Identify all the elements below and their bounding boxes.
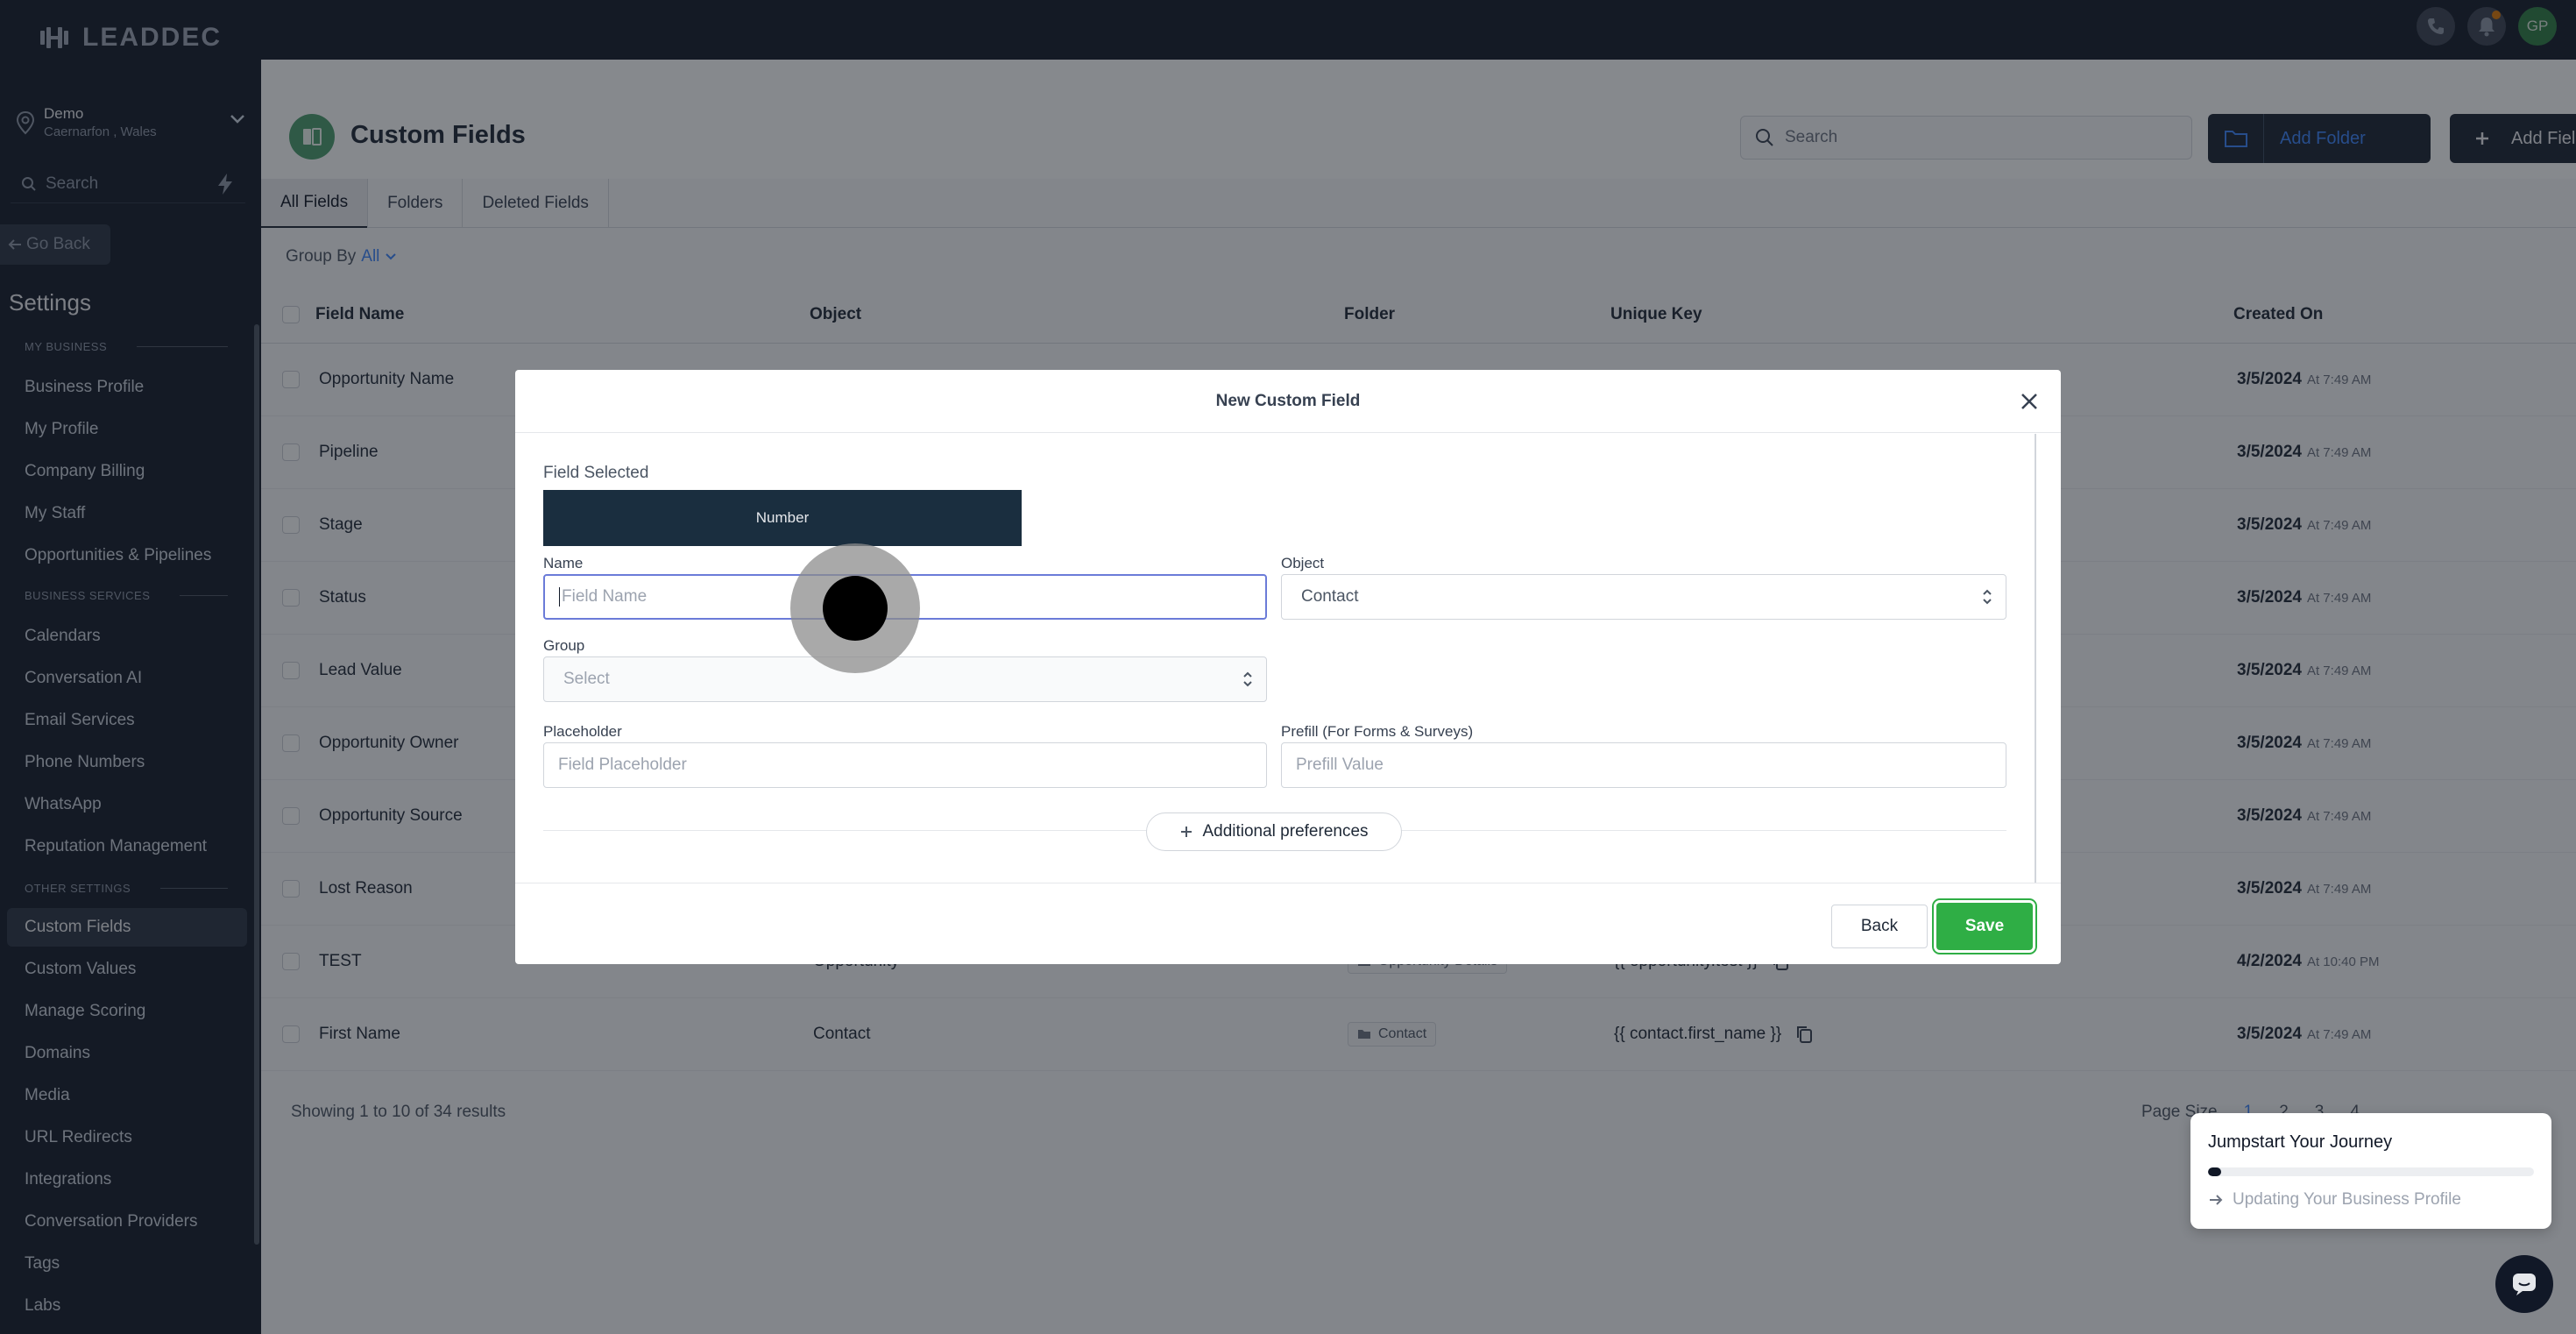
- placeholder-label: Placeholder: [543, 723, 622, 740]
- modal-footer: Back Save: [515, 883, 2061, 964]
- group-placeholder: Select: [563, 670, 610, 688]
- prefill-label: Prefill (For Forms & Surveys): [1281, 723, 1474, 740]
- placeholder-input[interactable]: Field Placeholder: [543, 742, 1267, 788]
- group-label: Group: [543, 637, 585, 654]
- jumpstart-progress-fill: [2208, 1167, 2221, 1176]
- save-button[interactable]: Save: [1936, 903, 2033, 950]
- close-icon[interactable]: [2017, 389, 2042, 414]
- modal-title: New Custom Field: [1215, 391, 1361, 410]
- jumpstart-progress: [2208, 1167, 2534, 1176]
- back-button[interactable]: Back: [1831, 905, 1928, 948]
- additional-preferences-button[interactable]: Additional preferences: [1146, 812, 1402, 851]
- updown-icon: [1242, 670, 1254, 689]
- modal-body: Field Selected Number Name Field Name Ob…: [515, 434, 2035, 883]
- arrow-right-icon: [2208, 1194, 2224, 1206]
- name-label: Name: [543, 555, 584, 571]
- new-custom-field-modal: New Custom Field Field Selected Number N…: [515, 370, 2061, 964]
- object-select[interactable]: Contact: [1281, 574, 2006, 620]
- object-value: Contact: [1301, 587, 1359, 606]
- additional-preferences-label: Additional preferences: [1202, 822, 1369, 841]
- chat-button[interactable]: [2495, 1255, 2553, 1313]
- object-label: Object: [1281, 555, 1325, 571]
- updown-icon: [1981, 587, 1993, 607]
- chat-icon: [2511, 1272, 2537, 1296]
- field-type-number[interactable]: Number: [543, 490, 1022, 546]
- field-selected-label: Field Selected: [543, 464, 649, 482]
- prefill-input[interactable]: Prefill Value: [1281, 742, 2006, 788]
- jumpstart-step[interactable]: Updating Your Business Profile: [2208, 1190, 2461, 1210]
- jumpstart-step-label: Updating Your Business Profile: [2233, 1190, 2461, 1209]
- modal-header: New Custom Field: [515, 370, 2061, 433]
- modal-scrollbar[interactable]: [2035, 434, 2036, 883]
- jumpstart-widget[interactable]: Jumpstart Your Journey Updating Your Bus…: [2190, 1113, 2551, 1229]
- jumpstart-title: Jumpstart Your Journey: [2208, 1132, 2393, 1152]
- click-indicator-dot: [823, 576, 888, 641]
- plus-icon: [1179, 825, 1193, 839]
- group-select[interactable]: Select: [543, 656, 1267, 702]
